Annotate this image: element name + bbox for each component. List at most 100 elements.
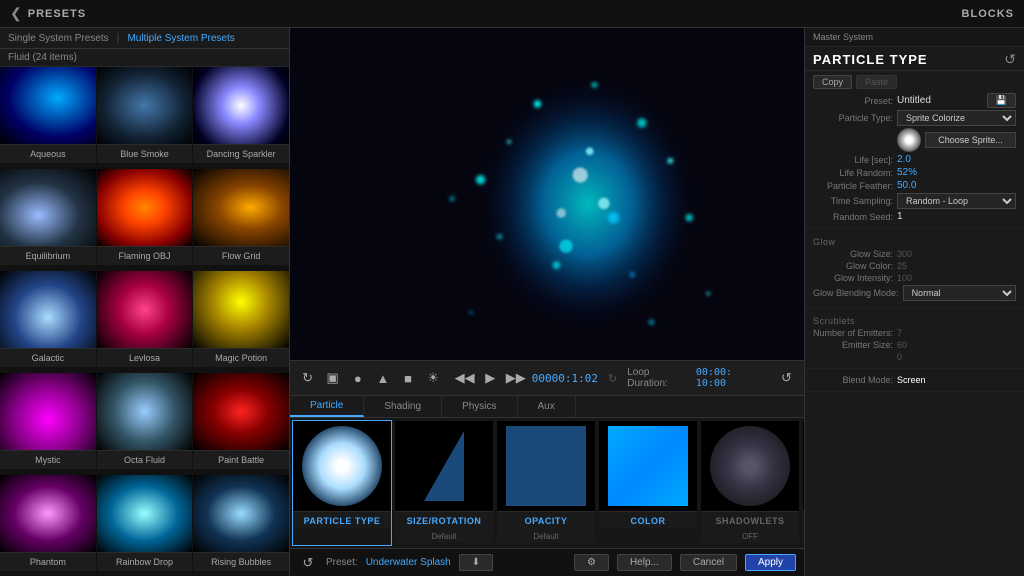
- num-emitters-value[interactable]: 7: [897, 328, 902, 338]
- particle-feather-value[interactable]: 50.0: [897, 180, 916, 191]
- blend-mode-label: Blend Mode:: [813, 375, 893, 385]
- preset-name: Rainbow Drop: [97, 552, 193, 571]
- preset-name: Levlosa: [97, 348, 193, 367]
- emitter-size-value[interactable]: 60: [897, 340, 907, 350]
- help-button[interactable]: Help...: [617, 554, 672, 571]
- list-item[interactable]: Flaming OBJ: [97, 169, 193, 265]
- choose-sprite-button[interactable]: Choose Sprite...: [925, 132, 1016, 148]
- apply-button[interactable]: Apply: [745, 554, 796, 571]
- prev-button[interactable]: ◀◀: [455, 368, 475, 388]
- life-random-value[interactable]: 52%: [897, 167, 917, 178]
- glow-size-value[interactable]: 300: [897, 249, 912, 259]
- scrublets-section: Scrublets Number of Emitters: 7 Emitter …: [805, 308, 1024, 369]
- list-item[interactable]: Aqueous: [0, 67, 96, 163]
- bottom-status-bar: ↺ Preset: Underwater Splash ⬇ ⚙ Help... …: [290, 548, 804, 576]
- paste-button[interactable]: Paste: [856, 75, 897, 89]
- list-item[interactable]: Magic Potion: [193, 271, 289, 367]
- play-button[interactable]: ▶: [481, 368, 500, 388]
- preset-label: Preset:: [326, 557, 358, 568]
- preset-preview: [193, 271, 289, 348]
- thumb-label-size-rotation: SIZE/ROTATION: [395, 511, 493, 529]
- tab-aux[interactable]: Aux: [518, 396, 576, 417]
- preset-name: Blue Smoke: [97, 144, 193, 163]
- status-reset-button[interactable]: ↺: [298, 553, 318, 573]
- preset-save-button[interactable]: 💾: [987, 93, 1016, 108]
- copy-button[interactable]: Copy: [813, 75, 852, 89]
- tab-physics[interactable]: Physics: [442, 396, 517, 417]
- thumb-label-particle-type: PARTICLE TYPE: [293, 511, 391, 529]
- thumb-canvas-size-rotation: [395, 421, 493, 511]
- list-item[interactable]: Equilibrium: [0, 169, 96, 265]
- list-item[interactable]: Flow Grid: [193, 169, 289, 265]
- record-button[interactable]: ●: [348, 368, 367, 388]
- preset-name: Flaming OBJ: [97, 246, 193, 265]
- loop-reset-button[interactable]: ↺: [777, 368, 796, 388]
- thumb-size-rotation[interactable]: SIZE/ROTATION Default: [394, 420, 494, 546]
- list-item[interactable]: Rainbow Drop: [97, 475, 193, 571]
- particle-preview: [290, 28, 804, 360]
- life-row: Life [sec]: 2.0: [813, 154, 1016, 165]
- preset-name: Magic Potion: [193, 348, 289, 367]
- motion-button[interactable]: ▲: [373, 368, 392, 388]
- time-display: 00000:1:02: [532, 372, 598, 385]
- single-system-tab[interactable]: Single System Presets: [8, 33, 109, 44]
- list-item[interactable]: Phantom: [0, 475, 96, 571]
- random-seed-value[interactable]: 1: [897, 211, 903, 222]
- life-value[interactable]: 2.0: [897, 154, 911, 165]
- list-item[interactable]: Galactic: [0, 271, 96, 367]
- blend-mode-value[interactable]: Screen: [897, 375, 926, 385]
- preset-grid: Aqueous Blue Smoke Dancing Sparkler Equi…: [0, 67, 289, 576]
- glow-blending-select[interactable]: Normal Add Screen: [903, 285, 1016, 301]
- thumb-particle-type[interactable]: PARTICLE TYPE: [292, 420, 392, 546]
- list-item[interactable]: Levlosa: [97, 271, 193, 367]
- glow-color-value[interactable]: 25: [897, 261, 907, 271]
- preset-name: Phantom: [0, 552, 96, 571]
- thumb-color[interactable]: COLOR: [598, 420, 698, 546]
- settings-button[interactable]: ⚙: [574, 554, 609, 571]
- tab-shading[interactable]: Shading: [364, 396, 442, 417]
- back-icon[interactable]: ❮: [10, 5, 22, 22]
- title-reset-button[interactable]: ↺: [1004, 51, 1016, 68]
- loop-label: Loop Duration:: [627, 367, 690, 389]
- preset-name: Aqueous: [0, 144, 96, 163]
- cancel-button[interactable]: Cancel: [680, 554, 737, 571]
- list-item[interactable]: Blue Smoke: [97, 67, 193, 163]
- preset-preview: [97, 67, 193, 144]
- list-item[interactable]: Rising Bubbles: [193, 475, 289, 571]
- status-left: ↺ Preset: Underwater Splash ⬇: [298, 553, 493, 573]
- preset-preview: [193, 373, 289, 450]
- blend-mode-row: Blend Mode: Screen: [813, 375, 1016, 385]
- eye-button[interactable]: ☀: [424, 368, 443, 388]
- preset-name: Octa Fluid: [97, 450, 193, 469]
- frame-button[interactable]: ■: [398, 368, 417, 388]
- system-label: Master System: [805, 28, 1024, 47]
- preset-tabs: Single System Presets | Multiple System …: [0, 28, 289, 49]
- export-button[interactable]: ⬇: [459, 554, 493, 571]
- list-item[interactable]: Dancing Sparkler: [193, 67, 289, 163]
- loop-duration: 00:00: 10:00: [696, 367, 765, 389]
- thumb-canvas-particle-type: [293, 421, 391, 511]
- main-layout: Single System Presets | Multiple System …: [0, 28, 1024, 576]
- sprite-row: Choose Sprite...: [813, 128, 1016, 152]
- life-random-row: Life Random: 52%: [813, 167, 1016, 178]
- bottom-thumbnails: PARTICLE TYPE SIZE/ROTATION Default OPAC…: [290, 418, 804, 548]
- list-item[interactable]: Paint Battle: [193, 373, 289, 469]
- left-panel: Single System Presets | Multiple System …: [0, 28, 290, 576]
- preset-preview: [97, 373, 193, 450]
- time-sampling-select[interactable]: Random - Loop Sequential: [897, 193, 1016, 209]
- thumb-canvas-opacity: [497, 421, 595, 511]
- rewind-button[interactable]: ↻: [298, 368, 317, 388]
- thumb-canvas-color: [599, 421, 697, 511]
- num-emitters-label: Number of Emitters:: [813, 328, 893, 338]
- multiple-system-tab[interactable]: Multiple System Presets: [127, 33, 234, 44]
- camera-button[interactable]: ▣: [323, 368, 342, 388]
- thumb-opacity[interactable]: OPACITY Default: [496, 420, 596, 546]
- particle-type-select[interactable]: Sprite Colorize Sprite Point: [897, 110, 1016, 126]
- list-item[interactable]: Mystic: [0, 373, 96, 469]
- list-item[interactable]: Octa Fluid: [97, 373, 193, 469]
- thumb-shadowlets[interactable]: SHADOWLETS OFF: [700, 420, 800, 546]
- next-button[interactable]: ▶▶: [506, 368, 526, 388]
- tab-particle[interactable]: Particle: [290, 396, 364, 417]
- glow-intensity-value[interactable]: 100: [897, 273, 912, 283]
- emitter-val3-value[interactable]: 0: [897, 352, 902, 362]
